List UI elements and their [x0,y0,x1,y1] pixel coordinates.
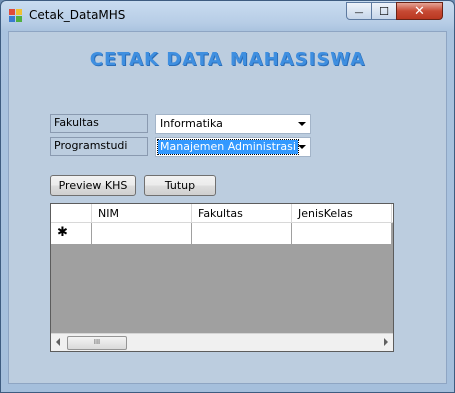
programstudi-label: Programstudi [50,137,148,156]
fakultas-combobox[interactable]: Informatika [155,114,311,134]
app-window: Cetak_DataMHS — ☐ ✕ CETAK DATA MAHASISWA… [0,0,455,393]
programstudi-combobox[interactable]: Manajemen Administrasi [155,137,311,157]
app-icon [9,9,23,23]
preview-khs-button[interactable]: Preview KHS [50,175,136,196]
scroll-left-icon[interactable] [56,338,60,346]
maximize-icon: ☐ [379,4,389,18]
close-button[interactable]: ✕ [396,2,443,20]
minimize-icon: — [354,8,364,18]
scrollbar-thumb[interactable]: III [67,336,127,350]
window-title: Cetak_DataMHS [29,8,126,22]
fakultas-label: Fakultas [50,114,148,133]
new-row-header[interactable]: ✱ [51,223,92,245]
column-header-nim[interactable]: NIM [92,204,192,223]
page-title: CETAK DATA MAHASISWA [89,49,366,70]
form-client-area: CETAK DATA MAHASISWA Fakultas Informatik… [8,31,447,384]
tutup-button[interactable]: Tutup [144,175,216,196]
chevron-down-icon[interactable] [298,145,306,149]
minimize-button[interactable]: — [346,2,372,20]
column-header-jeniskelas[interactable]: JenisKelas [292,204,392,223]
grid-corner-header[interactable] [51,204,92,223]
cell-nim-new[interactable] [92,223,192,245]
fakultas-selected-value: Informatika [160,117,223,130]
title-bar[interactable]: Cetak_DataMHS — ☐ ✕ [1,1,454,31]
maximize-button[interactable]: ☐ [371,2,397,20]
scroll-right-icon[interactable] [384,338,388,346]
cell-jeniskelas-new[interactable] [292,223,392,245]
column-header-fakultas[interactable]: Fakultas [192,204,292,223]
data-grid[interactable]: NIM Fakultas JenisKelas ✱ III [50,203,394,352]
chevron-down-icon[interactable] [298,122,306,126]
horizontal-scrollbar[interactable]: III [51,333,393,351]
close-icon: ✕ [414,3,425,19]
cell-fakultas-new[interactable] [192,223,292,245]
asterisk-icon: ✱ [57,225,68,240]
programstudi-selected-value: Manajemen Administrasi [157,139,299,155]
column-header-filler [392,204,393,223]
